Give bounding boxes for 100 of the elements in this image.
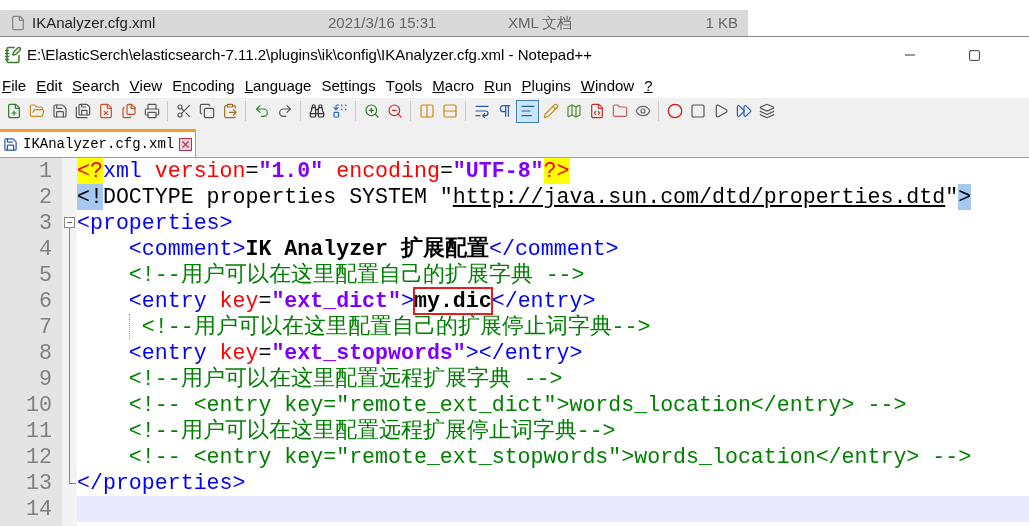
window-title: E:\ElasticSerch\elasticsearch-7.11.2\plugins\ik\config\IKAnalyzer.cfg.xml - Notepad++ xyxy=(27,44,592,65)
file-tab[interactable]: IKAnalyzer.cfg.xml xyxy=(0,129,197,157)
menu-item[interactable]: Window xyxy=(575,74,640,98)
menu-item[interactable]: Language xyxy=(239,74,317,98)
xml-comment: <!--用户可以在这里配置远程扩展停止词字典--> xyxy=(127,418,616,444)
xml-tag: ></entry> xyxy=(465,340,583,366)
brace-match: > xyxy=(958,184,972,210)
menu-item[interactable]: View xyxy=(124,74,168,98)
fold-end-line xyxy=(69,470,76,484)
xml-tag: </comment> xyxy=(489,236,619,262)
binoculars-icon xyxy=(308,103,325,119)
line-number: 9 xyxy=(39,366,52,392)
code-text: " xyxy=(945,184,959,210)
line-number: 12 xyxy=(26,444,52,470)
file-row[interactable]: IKAnalyzer.cfg.xml 2021/3/16 15:31 XML 文档 1 KB xyxy=(0,10,748,36)
pencil-icon xyxy=(542,103,559,119)
xml-tag: </properties> xyxy=(77,470,246,496)
menu-item[interactable]: Run xyxy=(479,74,517,98)
file-type: XML 文档 xyxy=(508,12,574,33)
paste-icon xyxy=(221,103,238,119)
attribute-name: version xyxy=(153,158,246,184)
xml-tag: <comment> xyxy=(77,236,246,262)
line-number: 6 xyxy=(39,288,52,314)
menu-item[interactable]: Edit xyxy=(31,74,68,98)
element-text: IK Analyzer 扩展配置 xyxy=(245,236,489,262)
xml-comment: <!--用户可以在这里配置自己的扩展字典 --> xyxy=(127,262,585,288)
file-name: IKAnalyzer.cfg.xml xyxy=(32,12,157,33)
code-text: = xyxy=(245,158,259,184)
folder-icon xyxy=(611,103,628,119)
attribute-value: "1.0" xyxy=(258,158,324,184)
code-text: = xyxy=(439,158,453,184)
eye-icon xyxy=(634,103,651,119)
menu-item[interactable]: Macro xyxy=(427,74,480,98)
save-icon xyxy=(3,137,18,152)
xml-comment: <!-- <entry key="remote_ext_dict">words_location</entry> --> xyxy=(127,392,907,418)
layers-icon xyxy=(758,103,775,119)
attribute-value: "ext_stopwords" xyxy=(271,340,466,366)
print-icon xyxy=(143,103,160,119)
undo-icon xyxy=(253,103,270,119)
maximize-icon[interactable] xyxy=(968,48,981,62)
zoom-in-icon xyxy=(363,103,380,119)
line-number: 4 xyxy=(39,236,52,262)
indent-guide-icon xyxy=(519,103,536,119)
open-folder-icon xyxy=(28,103,45,119)
save-icon xyxy=(51,103,68,119)
map-icon xyxy=(565,103,582,119)
notepad-icon xyxy=(4,46,22,64)
highlighted-value: my.dic xyxy=(413,288,492,314)
function-list-icon xyxy=(588,103,605,119)
menu-item[interactable]: Tools xyxy=(380,74,428,98)
line-number: 7 xyxy=(39,314,52,340)
code-text: = xyxy=(258,288,272,314)
line-number: 11 xyxy=(26,418,52,444)
menu-item[interactable]: Settings xyxy=(316,74,381,98)
fast-forward-icon xyxy=(735,103,752,119)
xml-tag: <properties> xyxy=(77,210,233,236)
close-icon[interactable] xyxy=(179,138,193,151)
attribute-name: key xyxy=(219,340,259,366)
code-text: DOCTYPE properties SYSTEM " xyxy=(102,184,453,210)
new-file-icon xyxy=(5,103,22,119)
stop-icon xyxy=(689,103,706,119)
replace-icon xyxy=(331,103,348,119)
line-number: 14 xyxy=(26,496,52,522)
line-number: 8 xyxy=(39,340,52,366)
copy-icon xyxy=(198,103,215,119)
attribute-value: "UTF-8" xyxy=(452,158,544,184)
xml-comment: <!--用户可以在这里配置远程扩展字典 --> xyxy=(127,366,563,392)
code-text: = xyxy=(258,340,272,366)
menu-item[interactable]: Plugins xyxy=(516,74,576,98)
processing-instruction: <? xyxy=(77,158,103,184)
file-icon xyxy=(10,15,26,31)
code-editor[interactable] xyxy=(0,158,1029,526)
xml-tag: xml xyxy=(102,158,142,184)
save-all-icon xyxy=(74,103,91,119)
menu-item[interactable]: Search xyxy=(67,74,125,98)
xml-tag: > xyxy=(401,288,414,314)
menu-item[interactable]: File xyxy=(0,74,32,98)
xml-tag: <entry xyxy=(77,288,220,314)
record-icon xyxy=(666,103,683,119)
menu-item[interactable]: ? xyxy=(639,74,658,98)
cut-icon xyxy=(175,103,192,119)
zoom-out-icon xyxy=(386,103,403,119)
line-number: 5 xyxy=(39,262,52,288)
xml-comment: <!--用户可以在这里配置自己的扩展停止词字典--> xyxy=(141,314,651,340)
close-all-icon xyxy=(120,103,137,119)
menu-item[interactable]: Encoding xyxy=(167,74,240,98)
close-file-icon xyxy=(97,103,114,119)
processing-instruction: ?> xyxy=(543,158,570,184)
attribute-name: encoding xyxy=(335,158,440,184)
attribute-name: key xyxy=(219,288,259,314)
url-text: http://java.sun.com/dtd/properties.dtd xyxy=(452,184,946,210)
toolbar-button[interactable] xyxy=(516,99,539,123)
file-date: 2021/3/16 15:31 xyxy=(328,12,438,33)
columns-icon xyxy=(418,103,435,119)
fold-minus-icon[interactable] xyxy=(64,217,75,228)
rows-icon xyxy=(441,103,458,119)
line-number: 2 xyxy=(39,184,52,210)
line-number: 13 xyxy=(26,470,52,496)
file-size: 1 KB xyxy=(704,12,738,33)
line-number: 10 xyxy=(26,392,52,418)
